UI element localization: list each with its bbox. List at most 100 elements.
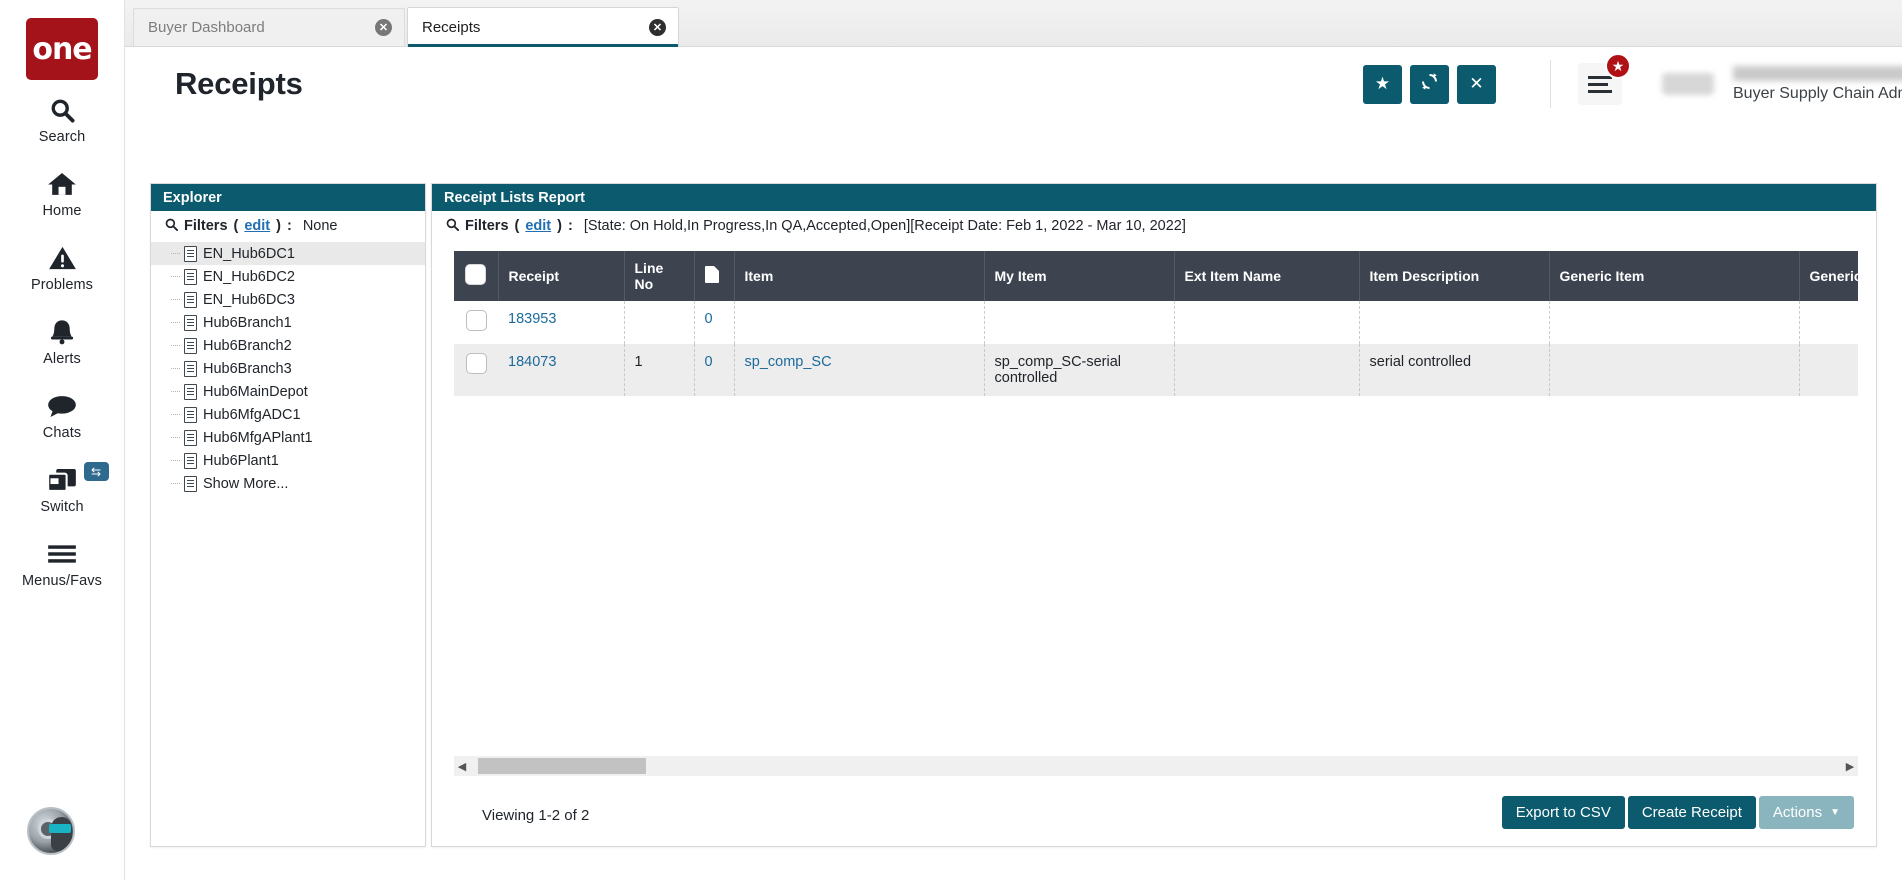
star-badge-icon: ★: [1605, 53, 1631, 79]
brand-logo[interactable]: one: [26, 18, 98, 80]
rail-item-alerts[interactable]: Alerts: [0, 302, 125, 376]
explorer-item[interactable]: Hub6Branch2: [151, 334, 425, 357]
column-receipt[interactable]: Receipt: [498, 251, 625, 301]
cell-value-line-no: 1: [634, 354, 643, 370]
tab-label-buyer-dashboard: Buyer Dashboard: [148, 19, 265, 36]
explorer-item[interactable]: Hub6Branch3: [151, 357, 425, 380]
tab-receipts[interactable]: Receipts ✕: [407, 7, 679, 47]
explorer-panel-title: Explorer: [151, 184, 425, 211]
cell-value-item[interactable]: sp_comp_SC: [745, 354, 832, 370]
create-receipt-button[interactable]: Create Receipt: [1627, 796, 1756, 829]
document-icon: [184, 245, 197, 262]
explorer-item[interactable]: Hub6MfgAPlant1: [151, 426, 425, 449]
user-role-label: Buyer Supply Chain Admin: [1733, 84, 1902, 102]
rail-item-menus-favs[interactable]: Menus/Favs: [0, 524, 125, 598]
favorite-button[interactable]: ★: [1363, 64, 1402, 104]
column-ext-item-name[interactable]: Ext Item Name: [1174, 251, 1360, 301]
swap-arrows-icon[interactable]: ⇆: [83, 462, 109, 481]
cell-doc: 0: [694, 344, 735, 396]
explorer-item[interactable]: Hub6Branch1: [151, 311, 425, 334]
explorer-filters-colon: :: [286, 218, 292, 234]
ai-assistant-avatar-icon[interactable]: [27, 807, 75, 855]
export-to-csv-button[interactable]: Export to CSV: [1501, 796, 1625, 829]
select-all-checkbox[interactable]: [465, 264, 487, 285]
report-title-text: Receipt Lists Report: [444, 189, 585, 206]
row-checkbox[interactable]: [465, 310, 487, 331]
warning-triangle-icon: [48, 241, 77, 275]
cell-value-receipt[interactable]: 184073: [508, 354, 556, 370]
cell-doc: 0: [694, 301, 735, 344]
close-button[interactable]: ✕: [1457, 64, 1496, 104]
report-panel-title: Receipt Lists Report: [432, 184, 1876, 211]
document-icon: [184, 429, 197, 446]
document-icon: [184, 406, 197, 423]
report-filters-paren-close: ): [557, 218, 562, 234]
explorer-item[interactable]: EN_Hub6DC1: [151, 242, 425, 265]
document-icon: [184, 314, 197, 331]
assistant-face: [51, 817, 72, 851]
actions-button[interactable]: Actions ▼: [1758, 796, 1854, 829]
rail-item-problems[interactable]: Problems: [0, 228, 125, 302]
rail-label-search: Search: [38, 129, 86, 145]
column-item-description[interactable]: Item Description: [1359, 251, 1550, 301]
explorer-item[interactable]: Hub6MainDepot: [151, 380, 425, 403]
row-checkbox[interactable]: [465, 353, 487, 374]
row-select-cell[interactable]: [454, 344, 498, 396]
cell-value-doc[interactable]: 0: [705, 354, 713, 370]
scroll-left-arrow-icon[interactable]: ◀: [454, 760, 470, 773]
chevron-down-icon: ▼: [1830, 807, 1840, 818]
explorer-item[interactable]: EN_Hub6DC3: [151, 288, 425, 311]
explorer-item[interactable]: EN_Hub6DC2: [151, 265, 425, 288]
column-generic-truncated[interactable]: Generic: [1799, 251, 1858, 301]
avatar[interactable]: [1662, 73, 1714, 95]
tab-buyer-dashboard[interactable]: Buyer Dashboard ✕: [133, 8, 405, 46]
explorer-item-label: Show More...: [203, 475, 289, 492]
row-select-cell[interactable]: [454, 301, 498, 344]
tab-label-receipts: Receipts: [422, 18, 481, 36]
refresh-icon: [1420, 72, 1439, 96]
bell-icon: [49, 315, 75, 349]
refresh-button[interactable]: [1410, 64, 1449, 104]
report-filters-edit-link[interactable]: edit: [525, 218, 551, 234]
scrollbar-track[interactable]: [470, 756, 1842, 776]
cell-item-description: [1359, 301, 1550, 344]
explorer-item-label: Hub6MfgADC1: [203, 406, 301, 423]
column-generic-item[interactable]: Generic Item: [1549, 251, 1800, 301]
create-receipt-label: Create Receipt: [1641, 804, 1742, 821]
explorer-item[interactable]: Hub6Plant1: [151, 449, 425, 472]
close-circle-icon[interactable]: ✕: [649, 18, 666, 36]
cell-line-no: [624, 301, 695, 344]
column-my-item[interactable]: My Item: [984, 251, 1175, 301]
table-row[interactable]: 183953 0: [454, 301, 1858, 344]
rail-item-switch[interactable]: Switch ⇆: [0, 450, 125, 524]
cell-value-receipt[interactable]: 183953: [508, 311, 556, 327]
table-row[interactable]: 184073 1 0 sp_comp_SC sp_comp_SC-serial cont…: [454, 344, 1858, 396]
cell-value-doc[interactable]: 0: [705, 311, 713, 327]
column-document-icon[interactable]: [694, 251, 735, 301]
cell-line-no: 1: [624, 344, 695, 396]
menus-favs-button[interactable]: ★: [1578, 53, 1631, 105]
explorer-item[interactable]: Hub6MfgADC1: [151, 403, 425, 426]
rail-item-home[interactable]: Home: [0, 154, 125, 228]
horizontal-scrollbar[interactable]: ◀ ▶: [454, 756, 1858, 776]
column-generic-truncated-label: Generic: [1809, 268, 1859, 284]
column-line-no[interactable]: Line No: [624, 251, 695, 301]
scrollbar-thumb[interactable]: [478, 758, 646, 774]
column-item[interactable]: Item: [734, 251, 985, 301]
explorer-panel: Explorer Filters (edit): None EN_Hub6DC1…: [150, 183, 426, 847]
explorer-item[interactable]: Show More...: [151, 472, 425, 495]
cell-generic-item: [1549, 344, 1800, 396]
table-header-row: Receipt Line No Item My Item Ext Item Name It…: [454, 251, 1858, 301]
explorer-filters-edit-link[interactable]: edit: [244, 218, 270, 234]
user-info-block[interactable]: Buyer Supply Chain Admin: [1733, 65, 1902, 103]
select-all-column[interactable]: [454, 251, 499, 301]
rail-item-chats[interactable]: Chats: [0, 376, 125, 450]
cell-my-item: [984, 301, 1175, 344]
search-icon: [49, 93, 76, 127]
star-icon: ★: [1374, 74, 1391, 93]
cell-value-item-description: serial controlled: [1369, 354, 1472, 370]
scroll-right-arrow-icon[interactable]: ▶: [1842, 760, 1858, 773]
close-circle-icon[interactable]: ✕: [375, 19, 392, 36]
rail-item-search[interactable]: Search: [0, 80, 125, 154]
content-area: Explorer Filters (edit): None EN_Hub6DC1…: [125, 121, 1902, 880]
